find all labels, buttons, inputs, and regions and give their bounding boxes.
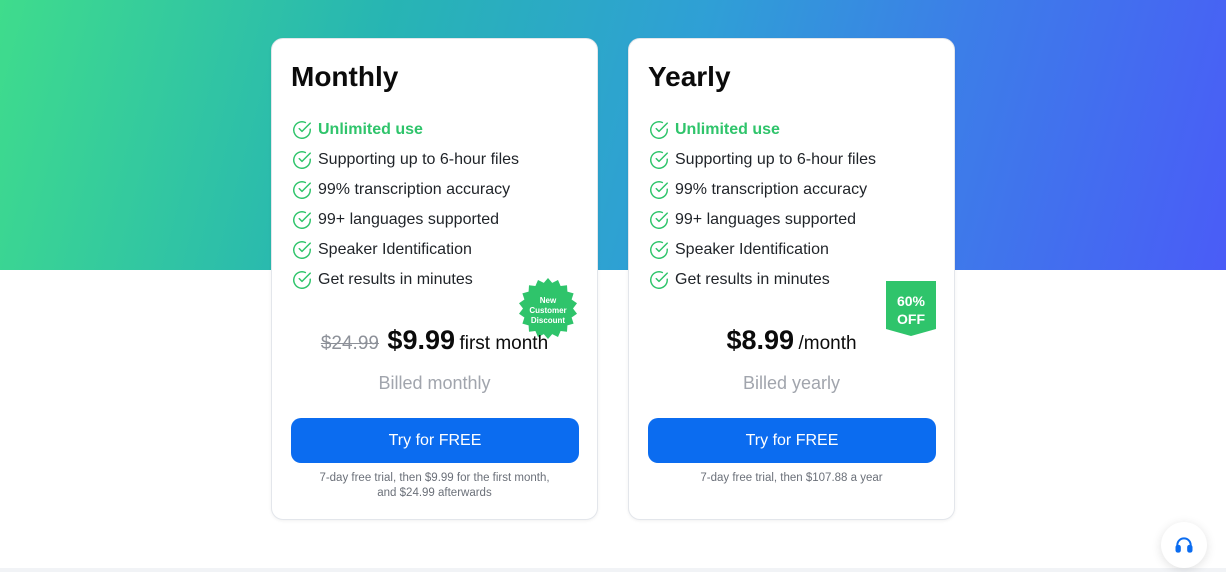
billing-cycle: Billed yearly bbox=[742, 373, 841, 393]
feature-item: Unlimited use bbox=[291, 115, 519, 145]
plan-title: Monthly bbox=[291, 61, 399, 92]
pricing-page: Monthly Unlimited use Supporting up to 6… bbox=[0, 0, 1226, 572]
feature-list: Unlimited use Supporting up to 6-hour fi… bbox=[648, 115, 876, 295]
check-circle-icon bbox=[293, 151, 311, 169]
feature-text: Speaker Identification bbox=[675, 241, 829, 258]
discount-ribbon-label: 60% OFF bbox=[886, 292, 936, 328]
feature-text: Supporting up to 6-hour files bbox=[318, 151, 520, 168]
trial-footnote: 7-day free trial, then $107.88 a year bbox=[629, 471, 954, 486]
feature-item: Supporting up to 6-hour files bbox=[648, 145, 876, 175]
hero-gradient-background bbox=[0, 0, 1226, 270]
feature-text: Get results in minutes bbox=[318, 271, 473, 288]
price-period: /month bbox=[798, 333, 857, 354]
discount-percent: 60% bbox=[896, 293, 926, 309]
feature-item: 99+ languages supported bbox=[648, 205, 876, 235]
check-circle-icon bbox=[293, 211, 311, 229]
feature-text: 99% transcription accuracy bbox=[675, 181, 868, 198]
price-row: $8.99 /month bbox=[629, 325, 954, 356]
plan-title: Yearly bbox=[648, 61, 731, 92]
feature-list: Unlimited use Supporting up to 6-hour fi… bbox=[291, 115, 519, 295]
check-circle-icon bbox=[293, 271, 311, 289]
feature-text: Unlimited use bbox=[675, 121, 780, 138]
feature-text: Supporting up to 6-hour files bbox=[675, 151, 877, 168]
feature-item: Speaker Identification bbox=[648, 235, 876, 265]
discount-badge-label: New Customer Discount bbox=[529, 296, 567, 325]
feature-text: 99% transcription accuracy bbox=[318, 181, 511, 198]
feature-item: Unlimited use bbox=[648, 115, 876, 145]
feature-item: Get results in minutes bbox=[648, 265, 876, 295]
feature-text: 99+ languages supported bbox=[675, 211, 857, 228]
feature-item: Speaker Identification bbox=[291, 235, 519, 265]
trial-footnote-line: 7-day free trial, then $9.99 for the fir… bbox=[319, 472, 550, 484]
trial-footnote-line: and $24.99 afterwards bbox=[377, 487, 492, 499]
original-price: $24.99 bbox=[320, 333, 379, 354]
feature-text: Speaker Identification bbox=[318, 241, 472, 258]
check-circle-icon bbox=[650, 151, 668, 169]
feature-item: Supporting up to 6-hour files bbox=[291, 145, 519, 175]
try-free-button[interactable]: Try for FREE bbox=[291, 418, 579, 463]
billing-cycle: Billed monthly bbox=[378, 373, 491, 393]
feature-item: 99% transcription accuracy bbox=[291, 175, 519, 205]
feature-item: 99+ languages supported bbox=[291, 205, 519, 235]
check-circle-icon bbox=[293, 181, 311, 199]
try-free-button[interactable]: Try for FREE bbox=[648, 418, 936, 463]
feature-text: 99+ languages supported bbox=[318, 211, 500, 228]
current-price: $8.99 bbox=[726, 325, 795, 355]
check-circle-icon bbox=[650, 241, 668, 259]
current-price: $9.99 bbox=[387, 325, 455, 355]
check-circle-icon bbox=[293, 241, 311, 259]
support-chat-button[interactable] bbox=[1161, 522, 1207, 568]
headset-icon bbox=[1175, 537, 1193, 553]
feature-text: Get results in minutes bbox=[675, 271, 830, 288]
check-circle-icon bbox=[650, 271, 668, 289]
plan-card-yearly: Yearly Unlimited use Supporting up to 6-… bbox=[628, 38, 955, 520]
feature-item: Get results in minutes bbox=[291, 265, 519, 295]
check-circle-icon bbox=[650, 121, 668, 139]
check-circle-icon bbox=[650, 211, 668, 229]
trial-footnote-line: 7-day free trial, then $107.88 a year bbox=[700, 472, 883, 484]
trial-footnote: 7-day free trial, then $9.99 for the fir… bbox=[272, 471, 597, 501]
page-divider bbox=[0, 568, 1226, 572]
price-period: first month bbox=[459, 333, 549, 354]
plan-card-monthly: Monthly Unlimited use Supporting up to 6… bbox=[271, 38, 598, 520]
feature-item: 99% transcription accuracy bbox=[648, 175, 876, 205]
check-circle-icon bbox=[293, 121, 311, 139]
check-circle-icon bbox=[650, 181, 668, 199]
feature-text: Unlimited use bbox=[318, 121, 423, 138]
price-row: $24.99 $9.99 first month bbox=[272, 325, 597, 356]
